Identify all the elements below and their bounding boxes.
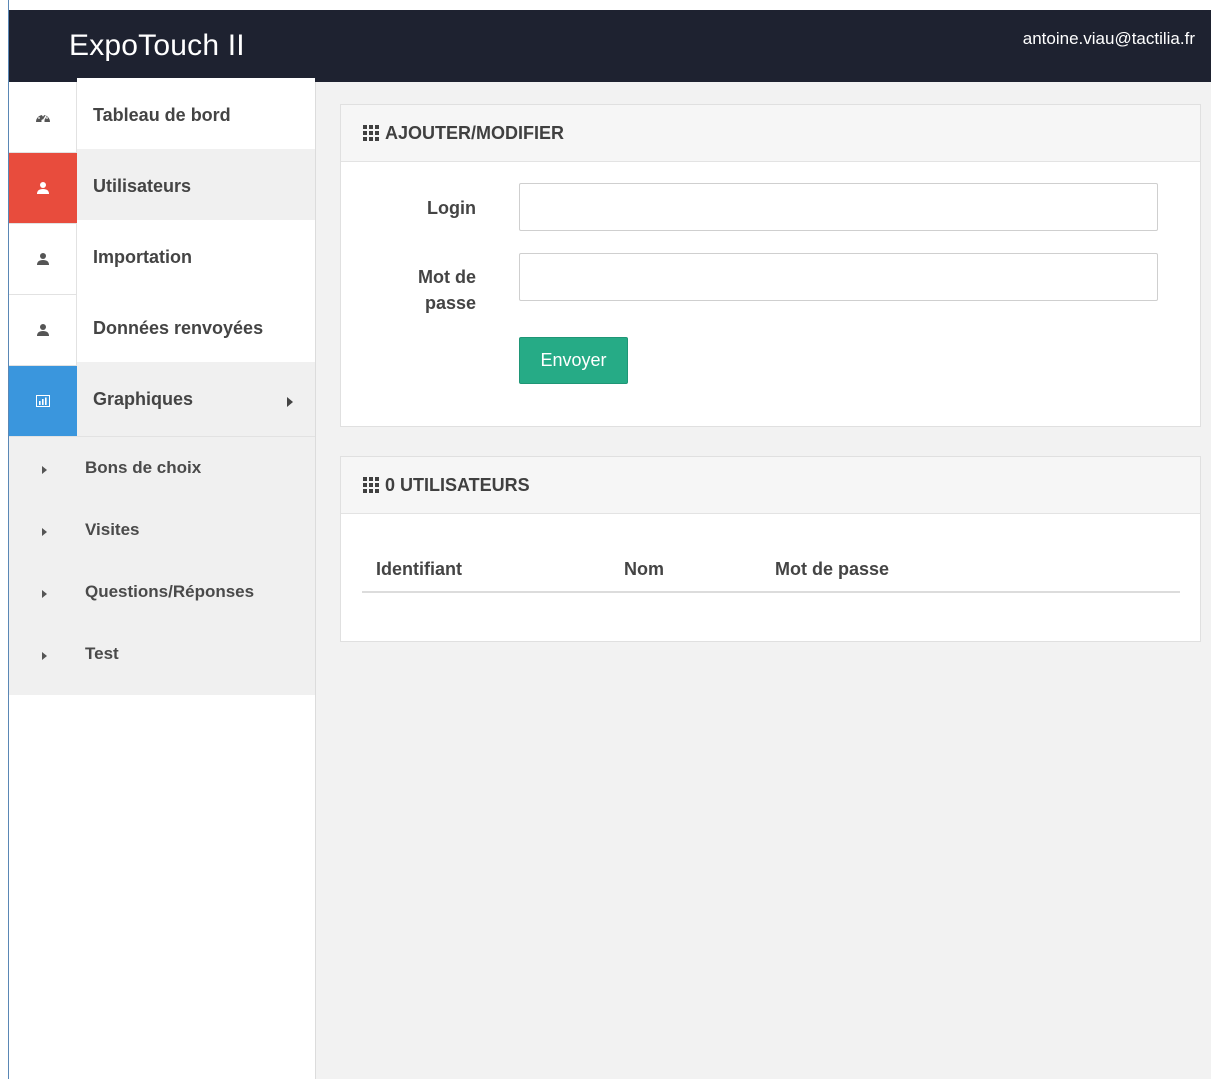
- sidebar-item-label: Importation: [77, 220, 315, 294]
- top-strip: [9, 0, 1211, 10]
- sidebar-item-utilisateurs[interactable]: Utilisateurs: [9, 149, 315, 224]
- submenu-item-label: Questions/Réponses: [85, 582, 255, 601]
- column-header-mot-de-passe[interactable]: Mot de passe: [761, 547, 1180, 593]
- sidebar-item-label: Graphiques: [93, 388, 194, 409]
- user-icon: [9, 153, 77, 223]
- column-header-nom[interactable]: Nom: [610, 547, 761, 593]
- sidebar-item-donnees-renvoyees[interactable]: Données renvoyées: [9, 291, 315, 366]
- sidebar-item-graphiques[interactable]: Graphiques: [9, 362, 315, 437]
- dashboard-icon: [9, 82, 77, 152]
- grid-icon: [363, 477, 379, 493]
- submenu-item-label: Test: [85, 644, 119, 663]
- password-label: Mot de passe: [418, 264, 476, 316]
- column-header-identifiant[interactable]: Identifiant: [362, 547, 610, 593]
- password-label-line1: Mot de: [418, 267, 476, 287]
- caret-right-icon: [42, 528, 47, 536]
- sidebar-item-graphiques-wrap: Graphiques: [77, 362, 315, 436]
- caret-right-icon: [42, 466, 47, 474]
- panel-title: 0 UTILISATEURS: [385, 474, 530, 495]
- login-field[interactable]: [519, 183, 1158, 231]
- password-field[interactable]: [519, 253, 1158, 301]
- password-label-line2: passe: [424, 293, 476, 313]
- sidebar-item-label: Données renvoyées: [77, 291, 315, 365]
- submenu-item-label: Visites: [85, 520, 140, 539]
- user-icon: [9, 295, 77, 365]
- panel-header: AJOUTER/MODIFIER: [341, 105, 1200, 162]
- sidebar-item-importation[interactable]: Importation: [9, 220, 315, 295]
- graphiques-submenu: Bons de choix Visites Questions/Réponses…: [9, 437, 315, 695]
- bar-chart-icon: [9, 366, 77, 436]
- sidebar: Tableau de bord Utilisateurs Importation: [9, 78, 316, 1079]
- panel-title: AJOUTER/MODIFIER: [385, 122, 565, 143]
- caret-right-icon: [42, 652, 47, 660]
- app-title[interactable]: ExpoTouch II: [69, 29, 245, 63]
- table-header-row: Identifiant Nom Mot de passe: [362, 547, 1180, 593]
- caret-right-icon: [42, 590, 47, 598]
- users-table: Identifiant Nom Mot de passe: [362, 547, 1180, 593]
- login-label: Login: [427, 198, 476, 218]
- submenu-item-label: Bons de choix: [85, 458, 202, 477]
- window-edge: [0, 0, 9, 1079]
- submenu-item-questions-reponses[interactable]: Questions/Réponses: [9, 561, 315, 623]
- add-edit-panel: AJOUTER/MODIFIER Login Mot de passe Envo…: [340, 104, 1201, 427]
- submit-button[interactable]: Envoyer: [519, 337, 628, 384]
- submenu-item-visites[interactable]: Visites: [9, 499, 315, 561]
- users-panel: 0 UTILISATEURS Identifiant Nom Mot de pa…: [340, 456, 1201, 642]
- top-navbar: ExpoTouch II antoine.viau@tactilia.fr: [9, 10, 1211, 82]
- sidebar-item-label: Tableau de bord: [77, 78, 315, 152]
- sidebar-item-label: Utilisateurs: [77, 149, 315, 223]
- submenu-item-bons-de-choix[interactable]: Bons de choix: [9, 437, 315, 499]
- caret-right-icon: [287, 397, 293, 407]
- submenu-item-test[interactable]: Test: [9, 623, 315, 685]
- panel-header: 0 UTILISATEURS: [341, 457, 1200, 514]
- grid-icon: [363, 125, 379, 141]
- sidebar-item-tableau-de-bord[interactable]: Tableau de bord: [9, 78, 315, 153]
- user-email[interactable]: antoine.viau@tactilia.fr: [1023, 29, 1195, 49]
- user-icon: [9, 224, 77, 294]
